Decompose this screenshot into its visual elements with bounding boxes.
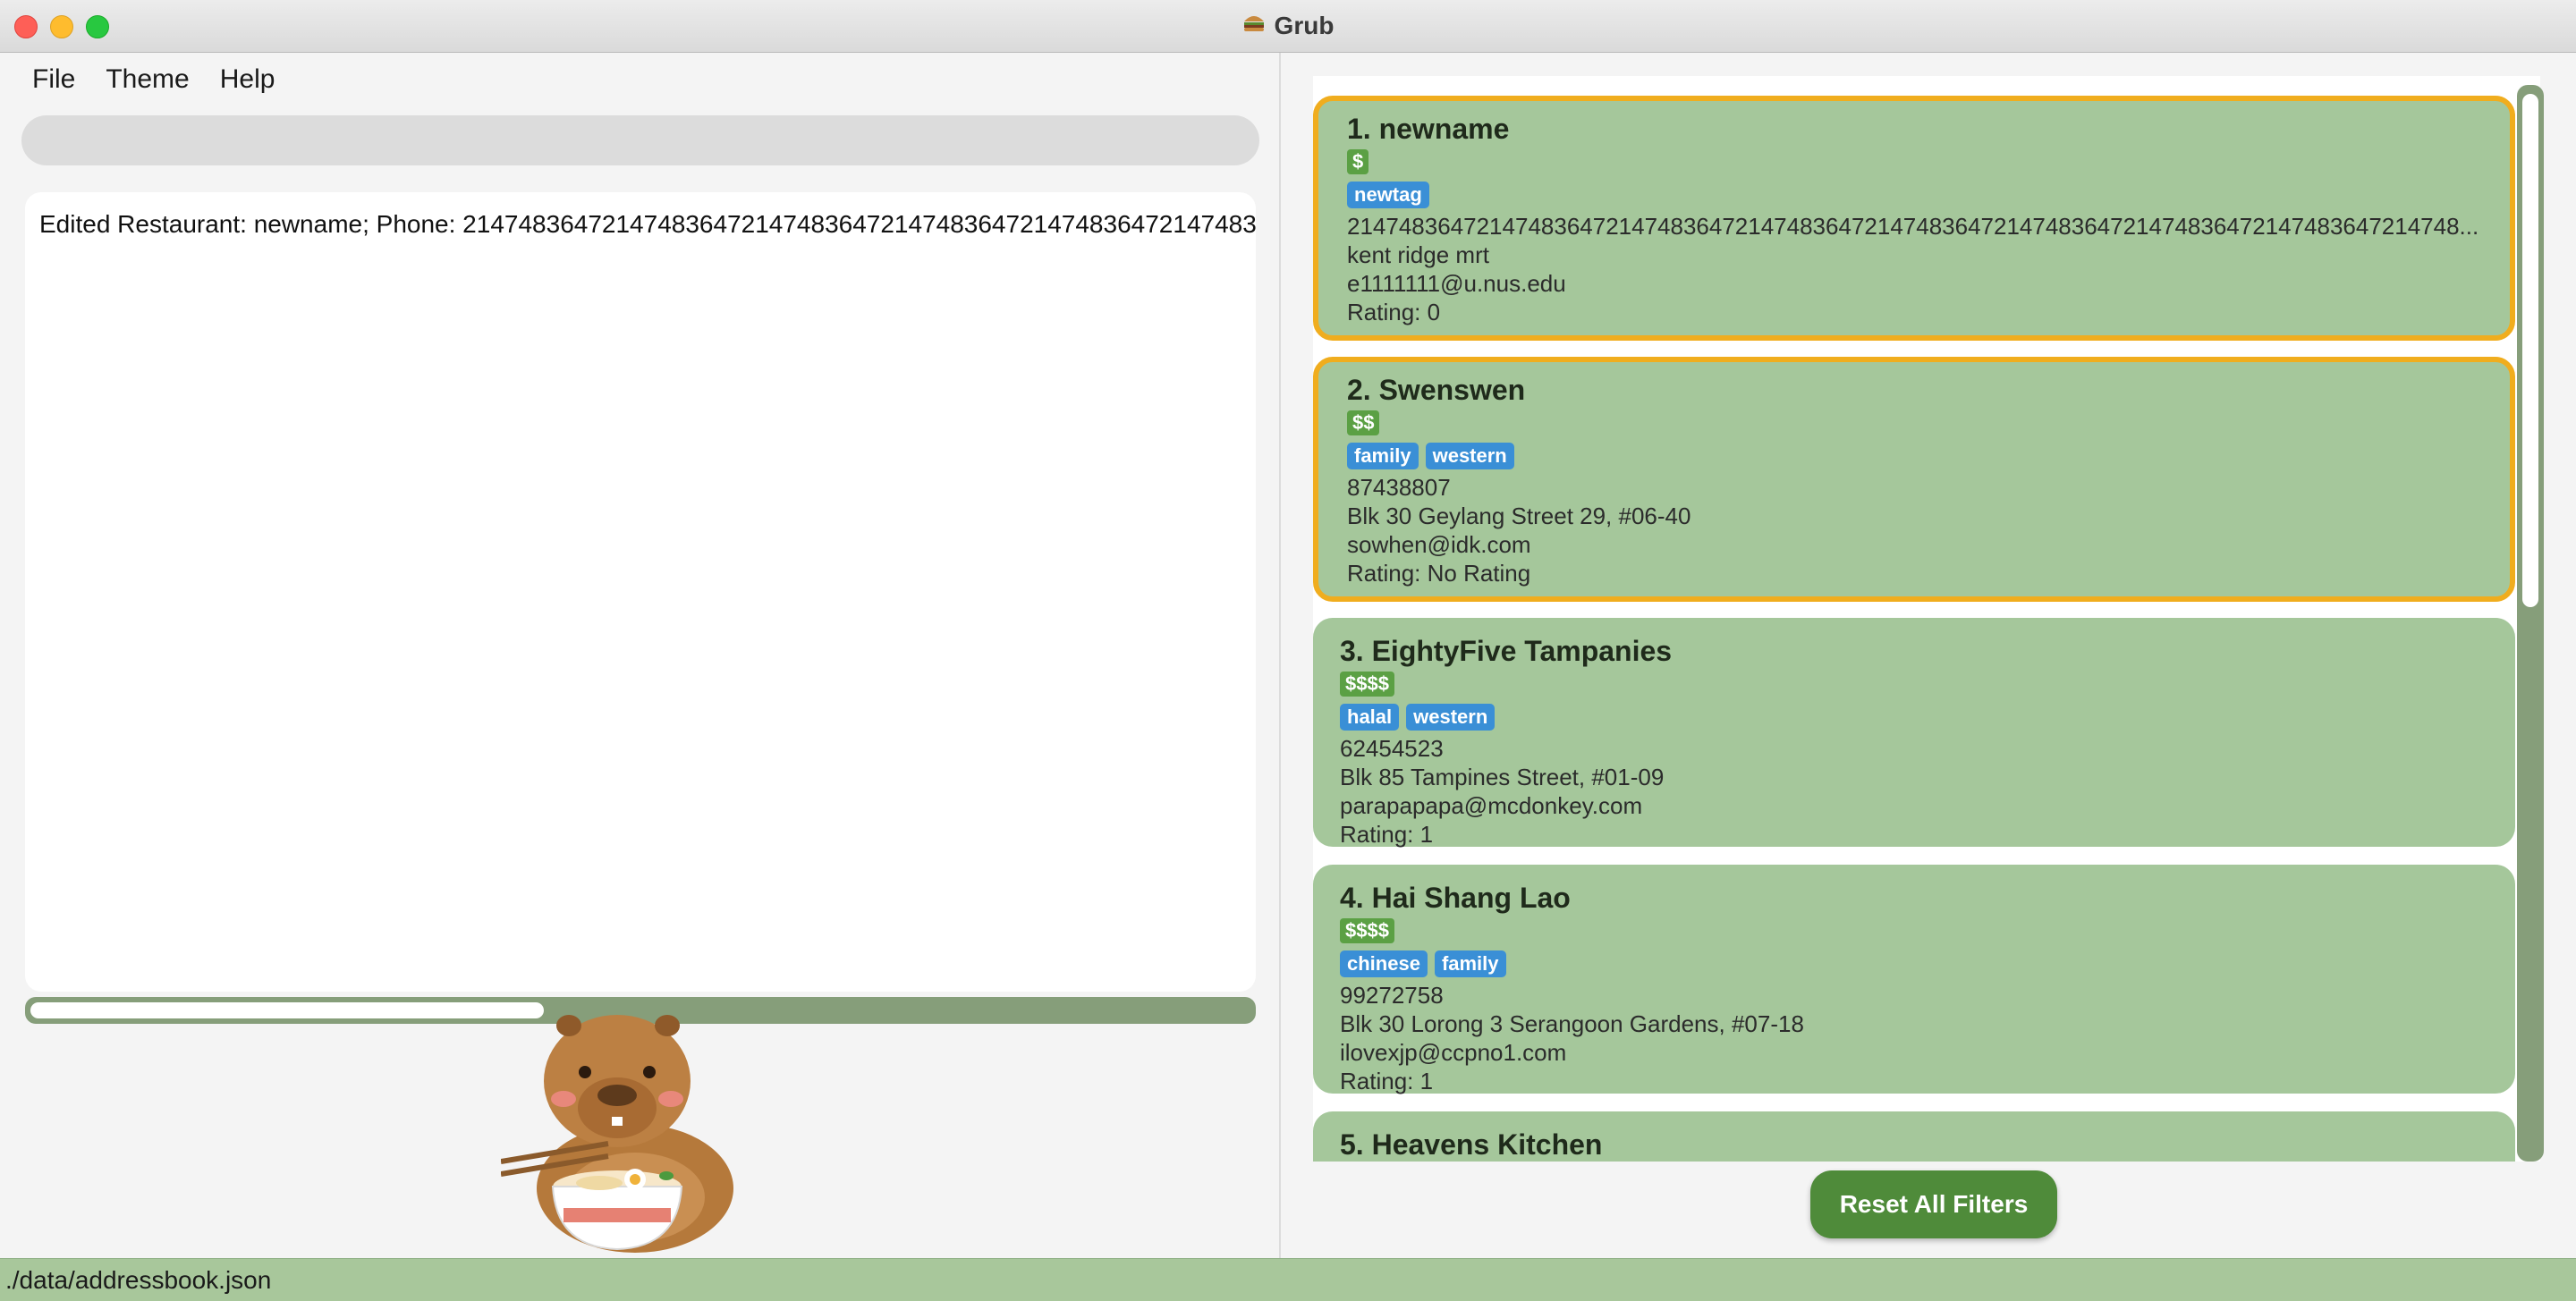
restaurant-card[interactable]: 1. newname $ newtag 21474836472147483647… <box>1313 96 2515 341</box>
restaurant-rating: Rating: 1 <box>1340 1068 1434 1094</box>
restaurant-card[interactable]: 4. Hai Shang Lao $$$$ chinese family 9927… <box>1313 865 2515 1094</box>
command-input[interactable] <box>21 115 1259 165</box>
restaurant-phone: 99272758 <box>1340 982 1444 1009</box>
restaurant-name: 3. EightyFive Tampanies <box>1340 635 1673 667</box>
data-file-path: ./data/addressbook.json <box>5 1266 272 1294</box>
restaurant-phone: 87438807 <box>1347 474 1451 501</box>
restaurant-email: parapapapa@mcdonkey.com <box>1340 792 1643 819</box>
restaurant-address: Blk 85 Tampines Street, #01-09 <box>1340 764 1665 790</box>
tag-badge: western <box>1425 443 1514 469</box>
restaurant-card[interactable]: 5. Heavens Kitchen $$$ <box>1313 1111 2515 1162</box>
tag-badge: family <box>1347 443 1419 469</box>
menu-file[interactable]: File <box>20 57 88 102</box>
tag-badge: western <box>1406 704 1496 731</box>
price-badge: $$$$ <box>1340 672 1394 697</box>
restaurant-rating: Rating: No Rating <box>1347 560 1531 587</box>
menu-bar: File Theme Help <box>0 53 292 106</box>
restaurant-list[interactable]: 1. newname $ newtag 21474836472147483647… <box>1313 76 2540 1162</box>
title-bar: Grub <box>0 0 2576 53</box>
restaurant-name: 4. Hai Shang Lao <box>1340 882 1571 914</box>
restaurant-address: kent ridge mrt <box>1347 241 1489 268</box>
tag-badge: halal <box>1340 704 1400 731</box>
capybara-mascot-image <box>501 1015 733 1253</box>
left-pane: File Theme Help Edited Restaurant: newna… <box>0 53 1279 1258</box>
restaurant-rating: Rating: 1 <box>1340 821 1434 848</box>
tag-badge: newtag <box>1347 182 1429 208</box>
restaurant-name: 5. Heavens Kitchen <box>1340 1128 1603 1161</box>
tag-badge: chinese <box>1340 950 1428 977</box>
tag-list: halal western <box>1340 704 2497 734</box>
price-badge: $$ <box>1347 410 1380 435</box>
restaurant-email: e1111111@u.nus.edu <box>1347 270 1566 297</box>
menu-theme[interactable]: Theme <box>93 57 201 102</box>
restaurant-email: ilovexjp@ccpno1.com <box>1340 1039 1567 1066</box>
restaurant-phone: 62454523 <box>1340 735 1444 762</box>
result-text: Edited Restaurant: newname; Phone: 21474… <box>39 210 1256 238</box>
restaurant-rating: Rating: 0 <box>1347 299 1441 325</box>
list-vertical-scrollbar[interactable] <box>2517 85 2544 1162</box>
tag-badge: family <box>1434 950 1506 977</box>
window-title: Grub <box>1274 12 1335 39</box>
price-badge: $ <box>1347 149 1369 174</box>
restaurant-card[interactable]: 2. Swenswen $$ family western 87438807 Bl… <box>1313 357 2515 602</box>
menu-help[interactable]: Help <box>208 57 288 102</box>
price-badge: $$$$ <box>1340 918 1394 943</box>
status-bar: ./data/addressbook.json <box>0 1258 2576 1301</box>
tag-list: chinese family <box>1340 950 2497 981</box>
tag-list: newtag <box>1347 182 2492 212</box>
burger-icon <box>1242 13 1266 39</box>
reset-all-filters-button[interactable]: Reset All Filters <box>1810 1170 2057 1238</box>
scrollbar-thumb[interactable] <box>30 1002 544 1018</box>
restaurant-card[interactable]: 3. EightyFive Tampanies $$$$ halal wester… <box>1313 618 2515 848</box>
restaurant-address: Blk 30 Lorong 3 Serangoon Gardens, #07-1… <box>1340 1010 1804 1037</box>
restaurant-name: 1. newname <box>1347 113 1510 145</box>
restaurant-address: Blk 30 Geylang Street 29, #06-40 <box>1347 503 1691 529</box>
restaurant-name: 2. Swenswen <box>1347 374 1526 406</box>
tag-list: family western <box>1347 443 2492 473</box>
result-display[interactable]: Edited Restaurant: newname; Phone: 21474… <box>25 192 1256 992</box>
scrollbar-thumb[interactable] <box>2522 94 2538 607</box>
right-pane: 1. newname $ newtag 21474836472147483647… <box>1281 53 2576 1258</box>
restaurant-phone: 2147483647214748364721474836472147483647… <box>1347 213 2479 240</box>
restaurant-email: sowhen@idk.com <box>1347 531 1531 558</box>
